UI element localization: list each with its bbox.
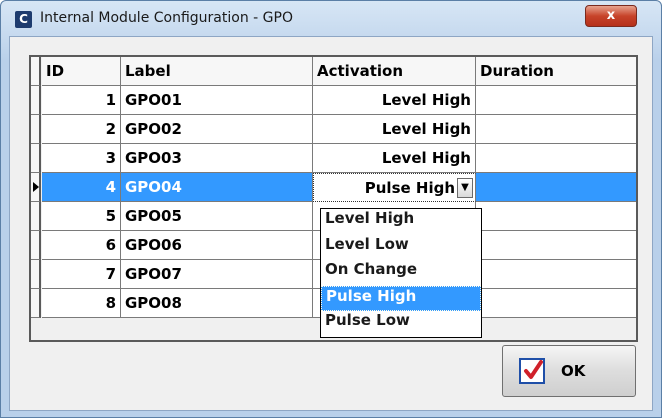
cell-label[interactable]: GPO01 [121, 86, 313, 115]
cell-label[interactable]: GPO04 [121, 173, 313, 202]
check-icon [519, 358, 545, 384]
cell-id[interactable]: 5 [42, 202, 121, 231]
app-icon: C [15, 11, 32, 28]
window-title: Internal Module Configuration - GPO [40, 10, 293, 26]
cell-label[interactable]: GPO06 [121, 231, 313, 260]
dropdown-option-level-high[interactable]: Level High [321, 209, 481, 235]
row-indicator[interactable] [31, 144, 41, 173]
cell-label[interactable]: GPO08 [121, 289, 313, 318]
dropdown-option-on-change[interactable]: On Change [321, 260, 481, 286]
dropdown-option-pulse-high[interactable]: Pulse High [321, 285, 481, 311]
column-header-label[interactable]: Label [121, 57, 313, 86]
close-button[interactable]: x [585, 5, 637, 27]
table-row-selected[interactable]: 4 GPO04 Pulse High ▼ [31, 173, 636, 202]
cell-id[interactable]: 6 [42, 231, 121, 260]
table-row[interactable]: 1 GPO01 Level High [31, 86, 636, 115]
row-indicator[interactable] [31, 86, 41, 115]
cell-id[interactable]: 2 [42, 115, 121, 144]
cell-id[interactable]: 4 [42, 173, 121, 202]
title-bar[interactable]: C Internal Module Configuration - GPO x [1, 1, 661, 37]
activation-combo-value: Pulse High [364, 179, 455, 197]
ok-button[interactable]: OK [502, 345, 636, 397]
ok-button-label: OK [561, 362, 586, 380]
current-row-indicator[interactable] [31, 173, 41, 202]
cell-activation[interactable]: Level High [313, 115, 476, 144]
column-header-duration[interactable]: Duration [476, 57, 636, 86]
cell-duration[interactable] [476, 260, 636, 289]
row-indicator[interactable] [31, 231, 41, 260]
cell-label[interactable]: GPO05 [121, 202, 313, 231]
row-indicator[interactable] [31, 202, 41, 231]
cell-label[interactable]: GPO07 [121, 260, 313, 289]
row-indicator[interactable] [31, 289, 41, 318]
dialog-window: C Internal Module Configuration - GPO x … [0, 0, 662, 418]
column-header-activation[interactable]: Activation [313, 57, 476, 86]
table-row[interactable]: 2 GPO02 Level High [31, 115, 636, 144]
activation-combo[interactable]: Pulse High ▼ [313, 173, 476, 202]
cell-id[interactable]: 3 [42, 144, 121, 173]
header-indicator-cell [31, 57, 41, 86]
row-indicator[interactable] [31, 260, 41, 289]
cell-id[interactable]: 8 [42, 289, 121, 318]
chevron-down-icon[interactable]: ▼ [457, 178, 473, 198]
dropdown-option-level-low[interactable]: Level Low [321, 235, 481, 261]
cell-label[interactable]: GPO03 [121, 144, 313, 173]
cell-duration[interactable] [476, 115, 636, 144]
cell-duration[interactable] [476, 144, 636, 173]
cell-id[interactable]: 1 [42, 86, 121, 115]
cell-activation[interactable]: Level High [313, 144, 476, 173]
cell-activation[interactable]: Level High [313, 86, 476, 115]
cell-duration[interactable] [476, 173, 636, 202]
column-header-id[interactable]: ID [42, 57, 121, 86]
cell-duration[interactable] [476, 86, 636, 115]
grid-header-row: ID Label Activation Duration [31, 57, 636, 86]
cell-duration[interactable] [476, 202, 636, 231]
row-indicator[interactable] [31, 115, 41, 144]
cell-label[interactable]: GPO02 [121, 115, 313, 144]
activation-dropdown-list[interactable]: Level High Level Low On Change Pulse Hig… [320, 208, 482, 338]
table-row[interactable]: 3 GPO03 Level High [31, 144, 636, 173]
cell-id[interactable]: 7 [42, 260, 121, 289]
dropdown-option-pulse-low[interactable]: Pulse Low [321, 311, 481, 337]
cell-duration[interactable] [476, 231, 636, 260]
cell-duration[interactable] [476, 289, 636, 318]
